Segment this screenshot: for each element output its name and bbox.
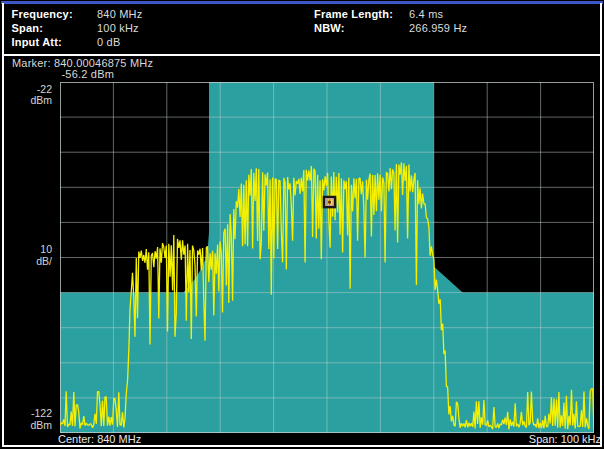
input-att-label: Input Att: [12, 36, 62, 48]
marker-amplitude-readout: -56.2 dBm [62, 68, 115, 80]
y-axis-top-label: -22 dBm [2, 84, 52, 107]
frame-length-value: 6.4 ms [409, 8, 443, 20]
y-axis-bottom-label: -122 dBm [2, 408, 52, 431]
header-separator [4, 54, 600, 56]
frequency-label: Frequency: [12, 8, 73, 20]
frequency-value: 840 MHz [97, 8, 142, 20]
nbw-value: 266.959 Hz [409, 22, 467, 34]
center-frequency-label: Center: 840 MHz [58, 433, 141, 445]
nbw-label: NBW: [314, 22, 345, 34]
trace-marker[interactable] [324, 197, 335, 207]
y-axis-scale-label: 10 dB/ [2, 244, 52, 267]
span-footer-label: Span: 100 kHz [529, 433, 601, 445]
input-att-value: 0 dB [97, 36, 120, 48]
screen-background: Frequency: 840 MHz Span: 100 kHz Input A… [0, 0, 604, 449]
spectrum-analyzer-screen: { "header":{"left":[{"label":"Frequency:… [0, 0, 604, 449]
span-label: Span: [12, 22, 44, 34]
span-value: 100 kHz [97, 22, 139, 34]
frame-length-label: Frame Length: [314, 8, 393, 20]
spectrum-plot[interactable] [60, 82, 594, 433]
